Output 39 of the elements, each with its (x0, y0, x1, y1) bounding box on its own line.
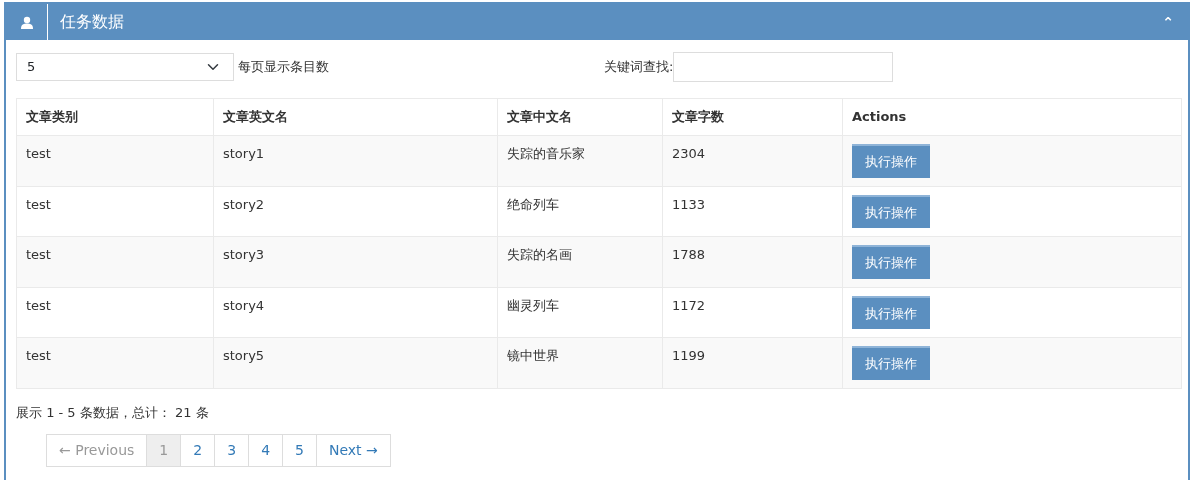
search-field[interactable] (673, 52, 894, 82)
search-label: 关键词查找: (604, 58, 674, 77)
action-button[interactable]: 执行操作 (852, 245, 930, 279)
table-cell: test (16, 337, 214, 388)
table-cell: 1172 (662, 287, 843, 338)
page-link[interactable]: 1 (146, 435, 181, 466)
column-header[interactable]: 文章类别 (16, 98, 214, 136)
table-cell: 2304 (662, 135, 843, 186)
page-size-label: 每页显示条目数 (238, 58, 329, 77)
column-header[interactable]: 文章中文名 (497, 98, 663, 136)
table-cell: 1788 (662, 236, 843, 287)
collapse-icon[interactable]: ⌃ (1162, 11, 1174, 33)
table-cell: 1199 (662, 337, 843, 388)
table-cell: 绝命列车 (497, 186, 663, 237)
action-button[interactable]: 执行操作 (852, 194, 930, 228)
table-cell: 失踪的名画 (497, 236, 663, 287)
action-button[interactable]: 执行操作 (852, 144, 930, 178)
table-cell: story5 (213, 337, 498, 388)
table-cell: test (16, 236, 214, 287)
table-info: 展示 1 - 5 条数据，总计： 21 条 (16, 403, 209, 422)
page-size-select[interactable]: 5 (16, 53, 234, 81)
action-button[interactable]: 执行操作 (852, 346, 930, 380)
table-cell: 1133 (662, 186, 843, 237)
column-header[interactable]: Actions (842, 98, 1182, 136)
table-cell: 镜中世界 (497, 337, 663, 388)
action-button[interactable]: 执行操作 (852, 295, 930, 329)
table-cell: story2 (213, 186, 498, 237)
column-header[interactable]: 文章英文名 (213, 98, 498, 136)
table-cell: test (16, 135, 214, 186)
table-cell: story1 (213, 135, 498, 186)
user-icon (20, 15, 33, 29)
table-cell: story3 (213, 236, 498, 287)
table-cell: 失踪的音乐家 (497, 135, 663, 186)
panel-title: 任务数据 (59, 11, 125, 33)
table-cell: test (16, 186, 214, 237)
table-cell: story4 (213, 287, 498, 338)
table-cell: test (16, 287, 214, 338)
column-header[interactable]: 文章字数 (662, 98, 843, 136)
table-cell: 幽灵列车 (497, 287, 663, 338)
